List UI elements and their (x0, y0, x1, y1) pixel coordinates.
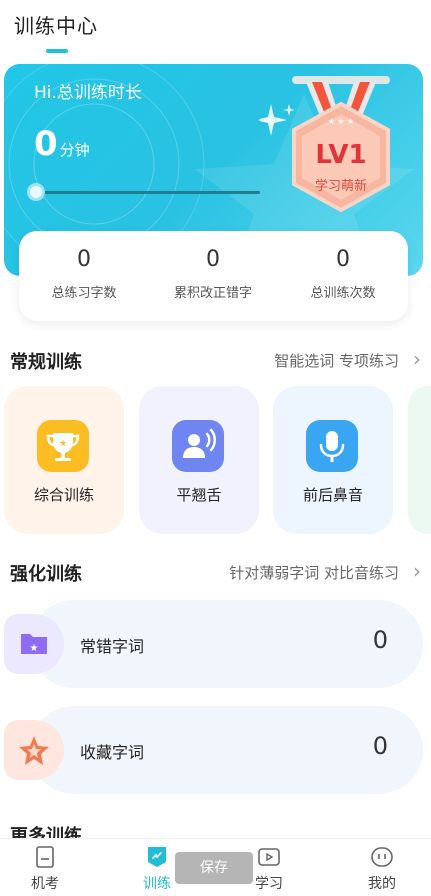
list-item-frequent-errors[interactable]: ★ 常错字词 0 (4, 600, 423, 688)
header: 训练中心 (0, 0, 431, 60)
card-comprehensive-training[interactable]: ★ 综合训练 (4, 386, 124, 534)
section-links[interactable]: 针对薄弱字词 对比音练习 (229, 562, 399, 583)
list-item-favorites[interactable]: 收藏字词 0 (4, 706, 423, 794)
total-time-unit: 分钟 (59, 141, 90, 159)
section-title: 强化训练 (10, 564, 82, 585)
save-toast[interactable]: 保存 (175, 852, 253, 884)
total-time-value: 0 (34, 124, 58, 164)
list-item-count: 0 (372, 732, 388, 760)
folder-star-icon: ★ (4, 614, 64, 674)
list-item-count: 0 (372, 626, 388, 654)
training-badge-icon (148, 847, 166, 867)
tab-label: 我的 (368, 876, 396, 892)
stat-total-sessions: 0 总训练次数 (278, 247, 408, 301)
trophy-icon: ★ (37, 420, 89, 472)
profile-face-icon (371, 847, 393, 867)
svg-text:★ ★ ★: ★ ★ ★ (328, 117, 355, 126)
star-icon (4, 720, 64, 780)
stat-value: 0 (206, 247, 220, 272)
card-retroflex-training[interactable]: 平翘舌 (139, 386, 259, 534)
card-nasal-training[interactable]: 前后鼻音 (273, 386, 393, 534)
stat-value: 0 (336, 247, 350, 272)
section-links[interactable]: 智能选词 专项练习 (274, 350, 399, 371)
total-time: 0 分钟 (34, 124, 90, 164)
stat-label: 总练习字数 (51, 286, 117, 301)
exam-sheet-icon (36, 846, 54, 868)
stat-label: 总训练次数 (310, 286, 376, 301)
stat-label: 累积改正错字 (173, 286, 252, 301)
microphone-icon (306, 420, 358, 472)
list-item-label: 常错字词 (80, 637, 145, 656)
card-partial[interactable] (408, 386, 431, 534)
level-medal: ★ ★ ★ LV1 学习萌新 (276, 72, 406, 222)
tab-profile[interactable]: 我的 (342, 839, 422, 896)
level-progress-bar (38, 191, 260, 194)
play-video-icon (258, 848, 280, 866)
medal-level: LV1 (315, 140, 367, 170)
chevron-right-icon[interactable]: › (413, 559, 421, 583)
card-label: 前后鼻音 (302, 486, 363, 504)
speaker-person-icon (172, 420, 224, 472)
regular-training-header[interactable]: 常规训练 智能选词 专项练习 › (10, 347, 421, 374)
svg-text:★: ★ (59, 439, 67, 449)
stat-total-words: 0 总练习字数 (19, 247, 149, 301)
page-title: 训练中心 (14, 14, 98, 38)
medal-title: 学习萌新 (314, 179, 367, 194)
stat-corrected-words: 0 累积改正错字 (148, 247, 278, 301)
intensive-training-header[interactable]: 强化训练 针对薄弱字词 对比音练习 › (10, 559, 421, 586)
title-underline (46, 49, 68, 53)
banner-greeting: Hi.总训练时长 (34, 83, 142, 103)
tab-exam[interactable]: 机考 (5, 839, 85, 896)
chevron-right-icon[interactable]: › (413, 347, 421, 371)
sparkle-icon (259, 104, 295, 136)
card-label: 平翘舌 (176, 486, 222, 504)
card-label: 综合训练 (33, 486, 94, 504)
list-item-label: 收藏字词 (80, 743, 145, 762)
stat-value: 0 (77, 247, 91, 272)
tab-label: 机考 (31, 876, 59, 892)
level-progress-knob (27, 183, 45, 201)
section-title: 常规训练 (10, 352, 82, 373)
training-stats-card: 0 总练习字数 0 累积改正错字 0 总训练次数 (19, 231, 408, 321)
svg-text:★: ★ (30, 643, 39, 654)
